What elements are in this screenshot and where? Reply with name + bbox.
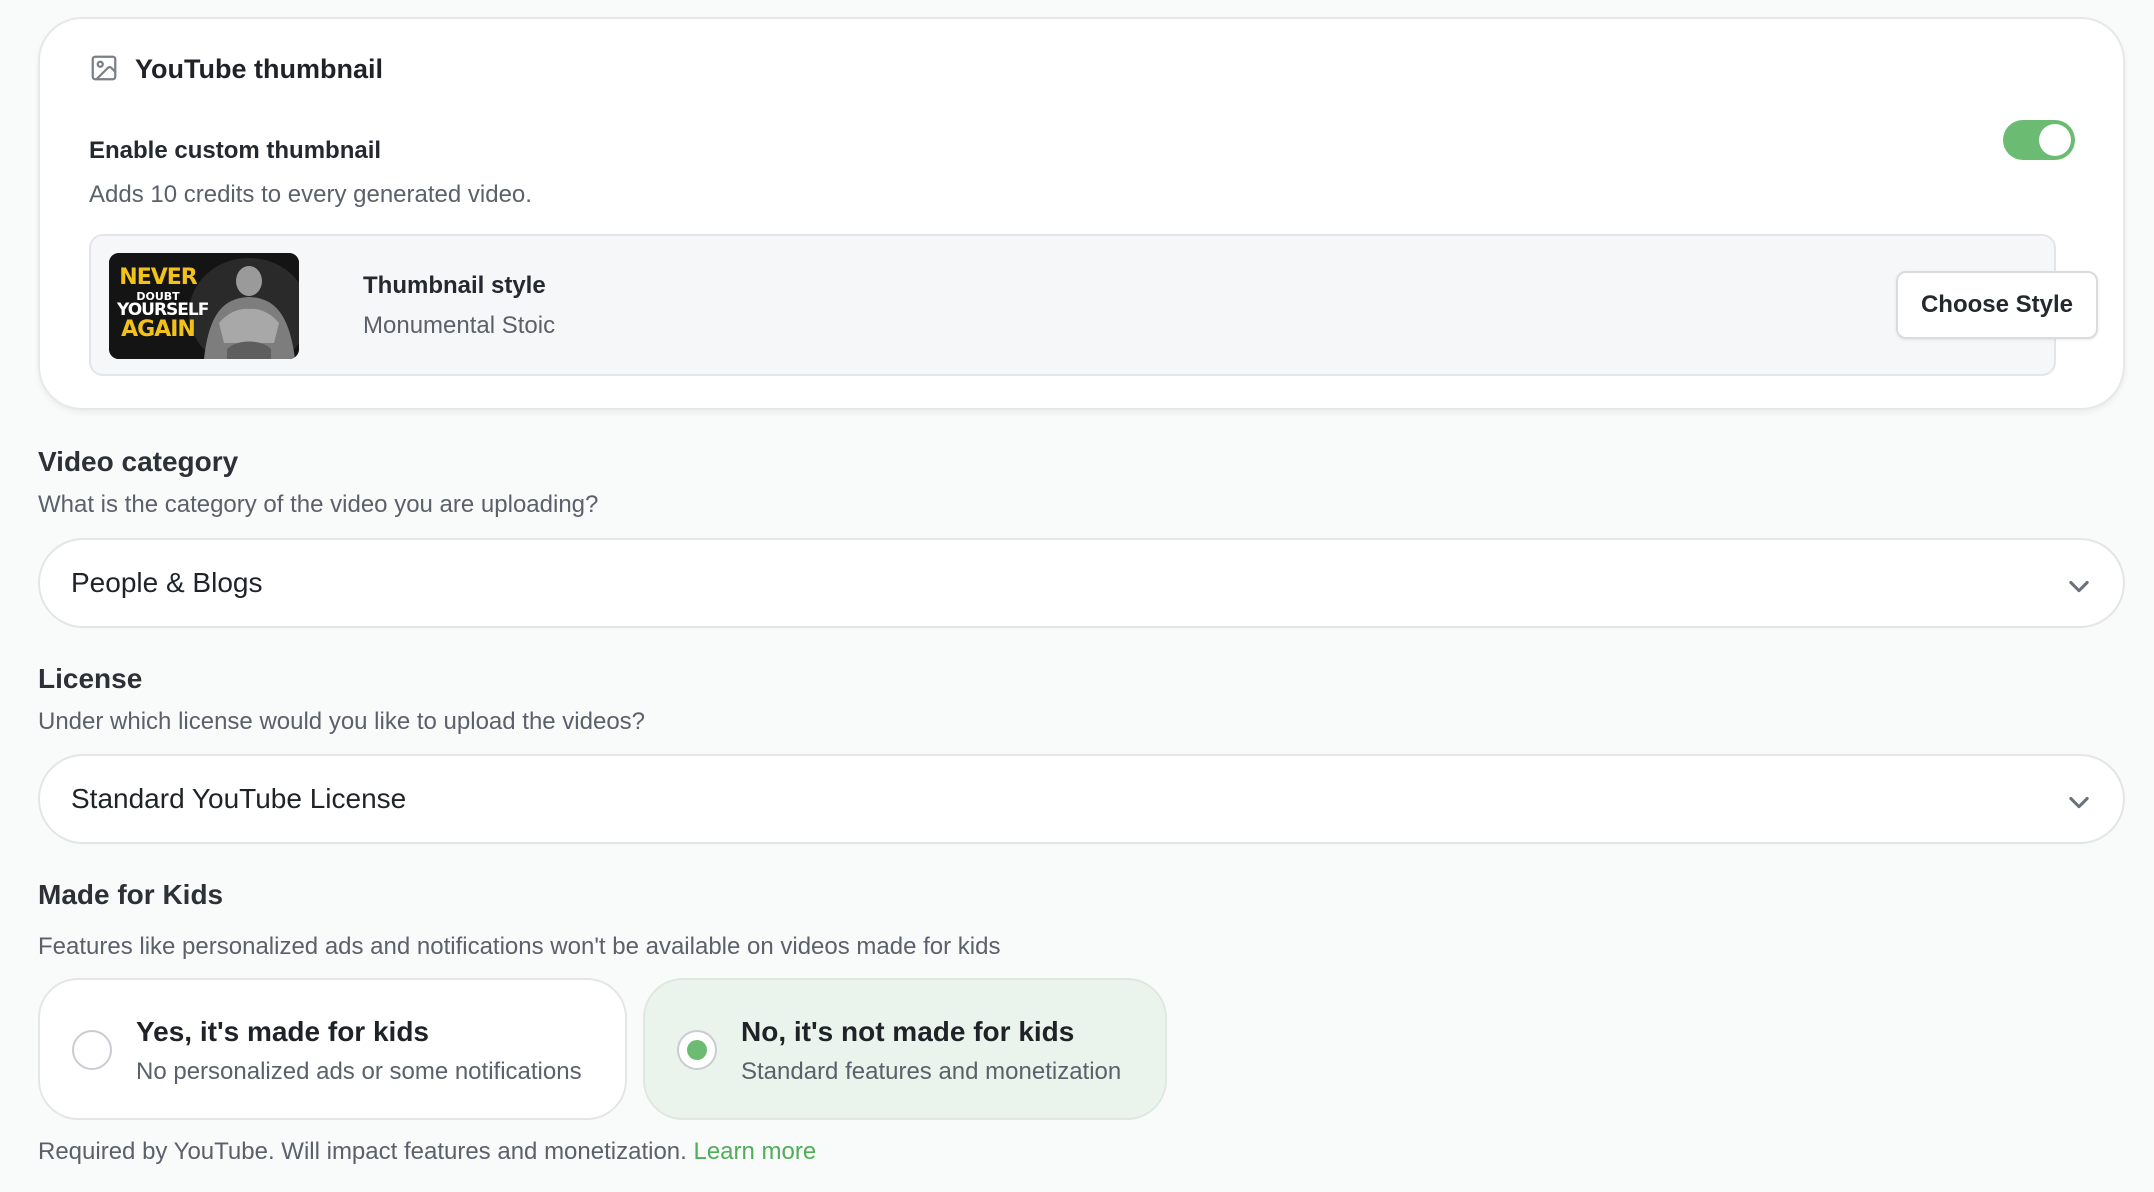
radio-yes[interactable] [72, 1030, 112, 1070]
video-category-title: Video category [38, 446, 239, 477]
thumbnail-style-label: Thumbnail style [363, 272, 546, 299]
card-header: YouTube thumbnail [89, 53, 383, 85]
made-for-kids-title: Made for Kids [38, 879, 224, 910]
made-for-kids-no-option[interactable]: No, it's not made for kids Standard feat… [643, 978, 1167, 1120]
learn-more-link[interactable]: Learn more [693, 1138, 816, 1165]
preview-line-1: NEVER [119, 265, 197, 290]
footnote-text: Required by YouTube. Will impact feature… [38, 1138, 687, 1165]
preview-line-4: AGAIN [121, 317, 196, 342]
radio-no[interactable] [677, 1030, 717, 1070]
license-select[interactable]: Standard YouTube License [38, 754, 2125, 844]
video-category-description: What is the category of the video you ar… [38, 491, 599, 518]
thumbnail-preview-text: NEVER DOUBT YOURSELF AGAIN [117, 265, 209, 342]
enable-thumbnail-toggle[interactable] [2003, 120, 2075, 160]
license-title: License [38, 663, 143, 694]
option-no-subtitle: Standard features and monetization [741, 1058, 1122, 1085]
made-for-kids-yes-option[interactable]: Yes, it's made for kids No personalized … [38, 978, 627, 1120]
enable-thumbnail-description: Adds 10 credits to every generated video… [89, 181, 532, 208]
thumbnail-preview-image: NEVER DOUBT YOURSELF AGAIN [109, 253, 299, 359]
license-value: Standard YouTube License [71, 783, 407, 814]
chevron-down-icon [2065, 788, 2093, 816]
youtube-thumbnail-card: YouTube thumbnail Enable custom thumbnai… [38, 17, 2125, 410]
image-icon [89, 53, 121, 85]
video-category-select[interactable]: People & Blogs [38, 538, 2125, 628]
thumbnail-style-value: Monumental Stoic [363, 312, 556, 339]
option-yes-title: Yes, it's made for kids [136, 1016, 430, 1047]
video-category-value: People & Blogs [71, 567, 263, 598]
made-for-kids-footnote: Required by YouTube. Will impact feature… [38, 1138, 816, 1166]
thumbnail-style-box: NEVER DOUBT YOURSELF AGAIN Thumbnail sty… [89, 234, 2098, 376]
toggle-knob [2039, 124, 2071, 156]
option-yes-subtitle: No personalized ads or some notification… [136, 1058, 582, 1085]
choose-style-button[interactable]: Choose Style [1896, 271, 2098, 339]
chevron-down-icon [2065, 572, 2093, 600]
license-description: Under which license would you like to up… [38, 708, 646, 735]
option-no-title: No, it's not made for kids [741, 1016, 1075, 1047]
enable-thumbnail-label: Enable custom thumbnail [89, 137, 382, 164]
card-title: YouTube thumbnail [135, 53, 383, 84]
made-for-kids-description: Features like personalized ads and notif… [38, 933, 1001, 960]
